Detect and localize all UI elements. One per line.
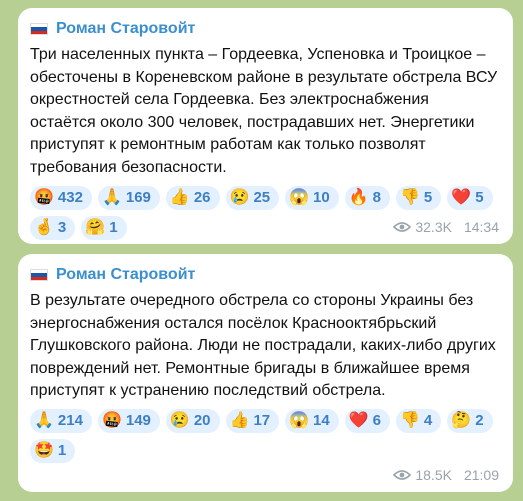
reaction-count: 1 bbox=[109, 219, 118, 237]
reaction-emoji-icon: 😱 bbox=[289, 188, 310, 206]
reaction-button[interactable]: 👍 17 bbox=[225, 408, 280, 433]
reaction-emoji-icon: 🔥 bbox=[348, 188, 369, 206]
reaction-emoji-icon: 🤗 bbox=[85, 218, 106, 236]
reaction-emoji-icon: ❤️ bbox=[348, 411, 369, 429]
reaction-count: 2 bbox=[475, 412, 484, 430]
view-count: 32.3K bbox=[415, 219, 452, 235]
reaction-emoji-icon: 👎 bbox=[400, 411, 420, 429]
russia-flag-icon bbox=[30, 23, 48, 35]
reaction-button[interactable]: 🙏 169 bbox=[97, 185, 160, 210]
reaction-emoji-icon: 😢 bbox=[169, 411, 190, 429]
reaction-count: 10 bbox=[313, 189, 330, 207]
reaction-count: 149 bbox=[125, 412, 151, 430]
message-header: Роман Старовойт bbox=[30, 16, 499, 42]
russia-flag-icon bbox=[30, 269, 48, 281]
reaction-button[interactable]: 👍 26 bbox=[165, 185, 220, 210]
reaction-count: 17 bbox=[253, 412, 271, 430]
reaction-emoji-icon: 🤬 bbox=[101, 411, 122, 429]
reaction-count: 4 bbox=[423, 412, 433, 430]
reaction-button[interactable]: ❤️ 5 bbox=[447, 185, 493, 210]
reaction-button[interactable]: 🤞 3 bbox=[30, 215, 76, 240]
timestamp: 21:09 bbox=[463, 467, 499, 483]
author-name[interactable]: Роман Старовойт bbox=[56, 20, 195, 38]
reaction-button[interactable]: 🤬 432 bbox=[30, 185, 92, 210]
reaction-button[interactable]: 😱 14 bbox=[285, 408, 339, 433]
reaction-button[interactable]: 🤬 149 bbox=[97, 408, 160, 433]
reaction-emoji-icon: 👍 bbox=[229, 411, 250, 429]
message-text: Три населенных пункта – Гордеевка, Успен… bbox=[30, 46, 498, 176]
reaction-button[interactable]: 🙏 214 bbox=[30, 408, 92, 433]
reactions-bar: 🙏 214 🤬 149 😢 20 👍 17 😱 14 ❤️ 6 👎 4 🤔 2 🤩 1 bbox=[30, 408, 499, 463]
reaction-button[interactable]: 👎 5 bbox=[396, 185, 442, 210]
reaction-count: 14 bbox=[313, 412, 330, 430]
reaction-emoji-icon: 😢 bbox=[229, 188, 250, 206]
reaction-count: 5 bbox=[475, 189, 484, 207]
reaction-count: 25 bbox=[253, 189, 271, 207]
reaction-emoji-icon: 🤩 bbox=[34, 441, 54, 459]
reaction-count: 169 bbox=[125, 189, 151, 207]
reaction-emoji-icon: 😱 bbox=[289, 411, 310, 429]
reaction-button[interactable]: 🤗 1 bbox=[81, 215, 127, 240]
reaction-emoji-icon: 👍 bbox=[169, 188, 190, 206]
reaction-count: 3 bbox=[57, 219, 67, 237]
eye-icon bbox=[393, 221, 412, 233]
reaction-button[interactable]: 🔥 8 bbox=[344, 185, 390, 210]
reaction-count: 5 bbox=[423, 189, 433, 207]
message-bubble[interactable]: Роман Старовойт Три населенных пункта – … bbox=[18, 8, 513, 244]
reaction-count: 20 bbox=[193, 412, 211, 430]
eye-icon bbox=[393, 469, 412, 481]
reaction-emoji-icon: 👎 bbox=[400, 188, 420, 206]
reaction-emoji-icon: 🤬 bbox=[34, 188, 54, 206]
reaction-button[interactable]: 🤔 2 bbox=[447, 408, 493, 433]
message-meta: 18.5K 21:09 bbox=[393, 467, 499, 483]
reaction-button[interactable]: 👎 4 bbox=[396, 408, 442, 433]
message-meta: 32.3K 14:34 bbox=[393, 219, 499, 235]
author-name[interactable]: Роман Старовойт bbox=[56, 266, 195, 284]
reaction-emoji-icon: 🤔 bbox=[451, 411, 472, 429]
reaction-count: 26 bbox=[193, 189, 211, 207]
reaction-count: 432 bbox=[57, 189, 83, 207]
reaction-emoji-icon: ❤️ bbox=[451, 188, 472, 206]
reaction-button[interactable]: 😱 10 bbox=[285, 185, 339, 210]
reaction-count: 6 bbox=[372, 412, 381, 430]
message-bubble[interactable]: Роман Старовойт В результате очередного … bbox=[18, 254, 513, 492]
reaction-button[interactable]: 😢 25 bbox=[225, 185, 280, 210]
reaction-emoji-icon: 🙏 bbox=[34, 411, 54, 429]
timestamp: 14:34 bbox=[463, 219, 499, 235]
message-text: В результате очередного обстрела со стор… bbox=[30, 292, 496, 400]
reaction-emoji-icon: 🙏 bbox=[101, 188, 122, 206]
reaction-count: 8 bbox=[372, 189, 381, 207]
reaction-button[interactable]: ❤️ 6 bbox=[344, 408, 390, 433]
reaction-button[interactable]: 😢 20 bbox=[165, 408, 220, 433]
reaction-count: 214 bbox=[57, 412, 83, 430]
message-header: Роман Старовойт bbox=[30, 262, 499, 288]
reaction-emoji-icon: 🤞 bbox=[34, 218, 54, 236]
reaction-count: 1 bbox=[57, 442, 67, 460]
view-count: 18.5K bbox=[415, 467, 452, 483]
reaction-button[interactable]: 🤩 1 bbox=[30, 438, 76, 463]
